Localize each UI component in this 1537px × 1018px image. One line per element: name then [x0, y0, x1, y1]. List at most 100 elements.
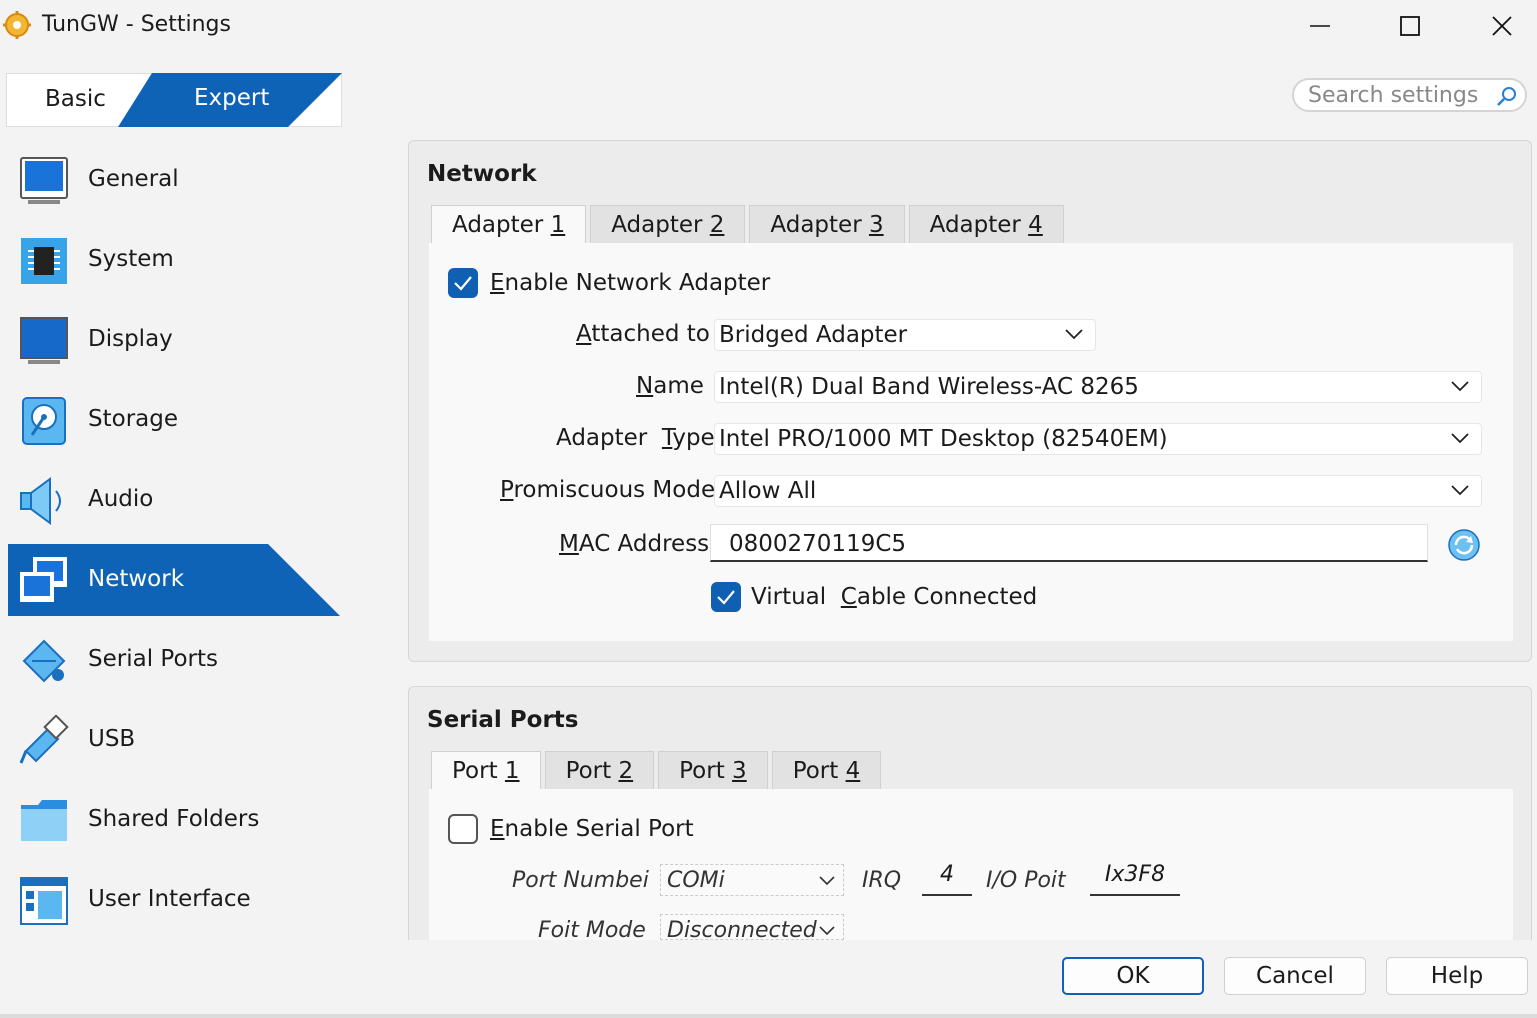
label-text: Virtual [751, 584, 834, 610]
adapter-type-label: Adapter Type [556, 425, 715, 451]
tab-port-1[interactable]: Port 1 [431, 751, 541, 789]
close-icon [1492, 16, 1512, 36]
tab-label: Port [792, 757, 839, 784]
label-text: Adapter [556, 425, 655, 451]
tab-label: Port [679, 757, 725, 784]
tab-label: Adapter [929, 211, 1021, 238]
tab-adapter-4[interactable]: Adapter 4 [908, 205, 1064, 243]
attached-to-select[interactable]: Bridged Adapter [714, 319, 1096, 351]
io-port-field[interactable]: Ix3F8 [1090, 862, 1180, 896]
ok-button[interactable]: OK [1062, 957, 1204, 995]
tab-key: 1 [504, 757, 520, 784]
tab-port-2[interactable]: Port 2 [544, 751, 655, 789]
sidebar-item-shared-folders[interactable]: Shared Folders [8, 780, 342, 860]
sidebar-item-label: Serial Ports [88, 646, 218, 672]
sidebar-item-general[interactable]: General [8, 140, 342, 220]
virtual-cable-checkbox[interactable] [711, 582, 741, 612]
tab-adapter-1[interactable]: Adapter 1 [431, 205, 587, 243]
tab-port-4[interactable]: Port 4 [771, 751, 882, 789]
serial-ports-icon [22, 639, 66, 683]
chevron-down-icon [819, 926, 835, 936]
enable-serial-port-checkbox[interactable] [448, 814, 478, 844]
sidebar-item-audio[interactable]: Audio [8, 460, 342, 540]
sidebar-item-label: User Interface [88, 886, 251, 912]
sidebar-item-serial-ports[interactable]: Serial Ports [8, 620, 342, 700]
tab-key: 2 [709, 211, 725, 238]
network-icon [20, 557, 67, 602]
serial-section-title: Serial Ports [427, 707, 579, 733]
chevron-down-icon [819, 876, 835, 886]
sidebar-item-label: Storage [88, 406, 178, 432]
maximize-icon [1400, 16, 1420, 36]
label-key: P [500, 477, 514, 503]
search-icon[interactable] [1495, 84, 1519, 108]
tab-label: Port [452, 757, 498, 784]
label-key: N [636, 373, 654, 399]
mac-address-field[interactable]: 0800270119C5 [710, 524, 1428, 562]
virtual-cable-label[interactable]: Virtual Cable Connected [751, 584, 1037, 610]
expert-mode-label: Expert [194, 85, 270, 111]
chevron-down-icon [1451, 485, 1469, 496]
checkmark-icon [454, 276, 472, 291]
enable-network-adapter-label[interactable]: Enable Network Adapter [490, 270, 770, 296]
adapter-name-value: Intel(R) Dual Band Wireless-AC 8265 [719, 374, 1139, 400]
sidebar-item-network[interactable]: Network [8, 540, 342, 620]
button-bar [400, 940, 1537, 1014]
settings-gear-icon [3, 11, 31, 39]
sidebar-item-usb[interactable]: USB [8, 700, 342, 780]
sidebar-item-display[interactable]: Display [8, 300, 342, 380]
tab-label: Adapter [452, 211, 544, 238]
label-key: T [661, 425, 673, 451]
close-button[interactable] [1472, 6, 1532, 46]
adapter-name-select[interactable]: Intel(R) Dual Band Wireless-AC 8265 [714, 371, 1482, 403]
attached-to-label: Attached to [576, 321, 710, 347]
label-key: E [490, 816, 505, 842]
tab-adapter-2[interactable]: Adapter 2 [590, 205, 746, 243]
tab-label: Adapter [611, 211, 703, 238]
tab-key: 1 [550, 211, 566, 238]
settings-sidebar: General System Display Storage Audio Net… [8, 140, 342, 940]
adapter-tabs: Adapter 1 Adapter 2 Adapter 3 Adapter 4 [431, 205, 1064, 243]
adapter-type-select[interactable]: Intel PRO/1000 MT Desktop (82540EM) [714, 423, 1482, 455]
enable-network-adapter-checkbox[interactable] [448, 268, 478, 298]
promiscuous-mode-select[interactable]: Allow All [714, 475, 1482, 507]
port-number-label: Port Numbei [512, 868, 649, 893]
label-text: ame [653, 373, 704, 399]
port-number-select[interactable]: COMi [660, 864, 844, 896]
label-text: ype [672, 425, 715, 451]
enable-serial-port-label[interactable]: Enable Serial Port [490, 816, 694, 842]
label-key: M [559, 531, 579, 557]
refresh-mac-icon[interactable] [1446, 527, 1482, 563]
tab-adapter-3[interactable]: Adapter 3 [749, 205, 905, 243]
cancel-button[interactable]: Cancel [1224, 957, 1366, 995]
search-box[interactable] [1292, 78, 1527, 112]
tab-key: 4 [845, 757, 861, 784]
system-icon [21, 238, 67, 284]
label-key: C [840, 584, 857, 610]
tab-key: 3 [868, 211, 884, 238]
maximize-button[interactable] [1380, 6, 1440, 46]
sidebar-item-user-interface[interactable]: User Interface [8, 860, 342, 940]
tab-key: 2 [618, 757, 634, 784]
minimize-icon [1310, 25, 1330, 27]
window-bottom-edge [0, 1014, 1537, 1018]
mac-address-label: MAC Address [559, 531, 709, 557]
port-number-value: COMi [667, 868, 725, 893]
irq-field[interactable]: 4 [922, 862, 972, 896]
minimize-button[interactable] [1290, 6, 1350, 46]
sidebar-item-label: Shared Folders [88, 806, 260, 832]
sidebar-item-label: General [88, 166, 179, 192]
help-button[interactable]: Help [1386, 957, 1528, 995]
tab-label: Port [565, 757, 612, 784]
sidebar-item-storage[interactable]: Storage [8, 380, 342, 460]
expert-mode-button[interactable]: Expert [6, 73, 342, 127]
search-input[interactable] [1308, 82, 1488, 108]
window-title: TunGW - Settings [42, 12, 231, 37]
sidebar-item-system[interactable]: System [8, 220, 342, 300]
user-interface-icon [20, 877, 68, 925]
chevron-down-icon [1451, 433, 1469, 444]
port-mode-select[interactable]: Disconnected [660, 914, 844, 940]
chevron-down-icon [1065, 329, 1083, 340]
tab-port-3[interactable]: Port 3 [658, 751, 768, 789]
irq-label: IRQ [862, 868, 902, 893]
